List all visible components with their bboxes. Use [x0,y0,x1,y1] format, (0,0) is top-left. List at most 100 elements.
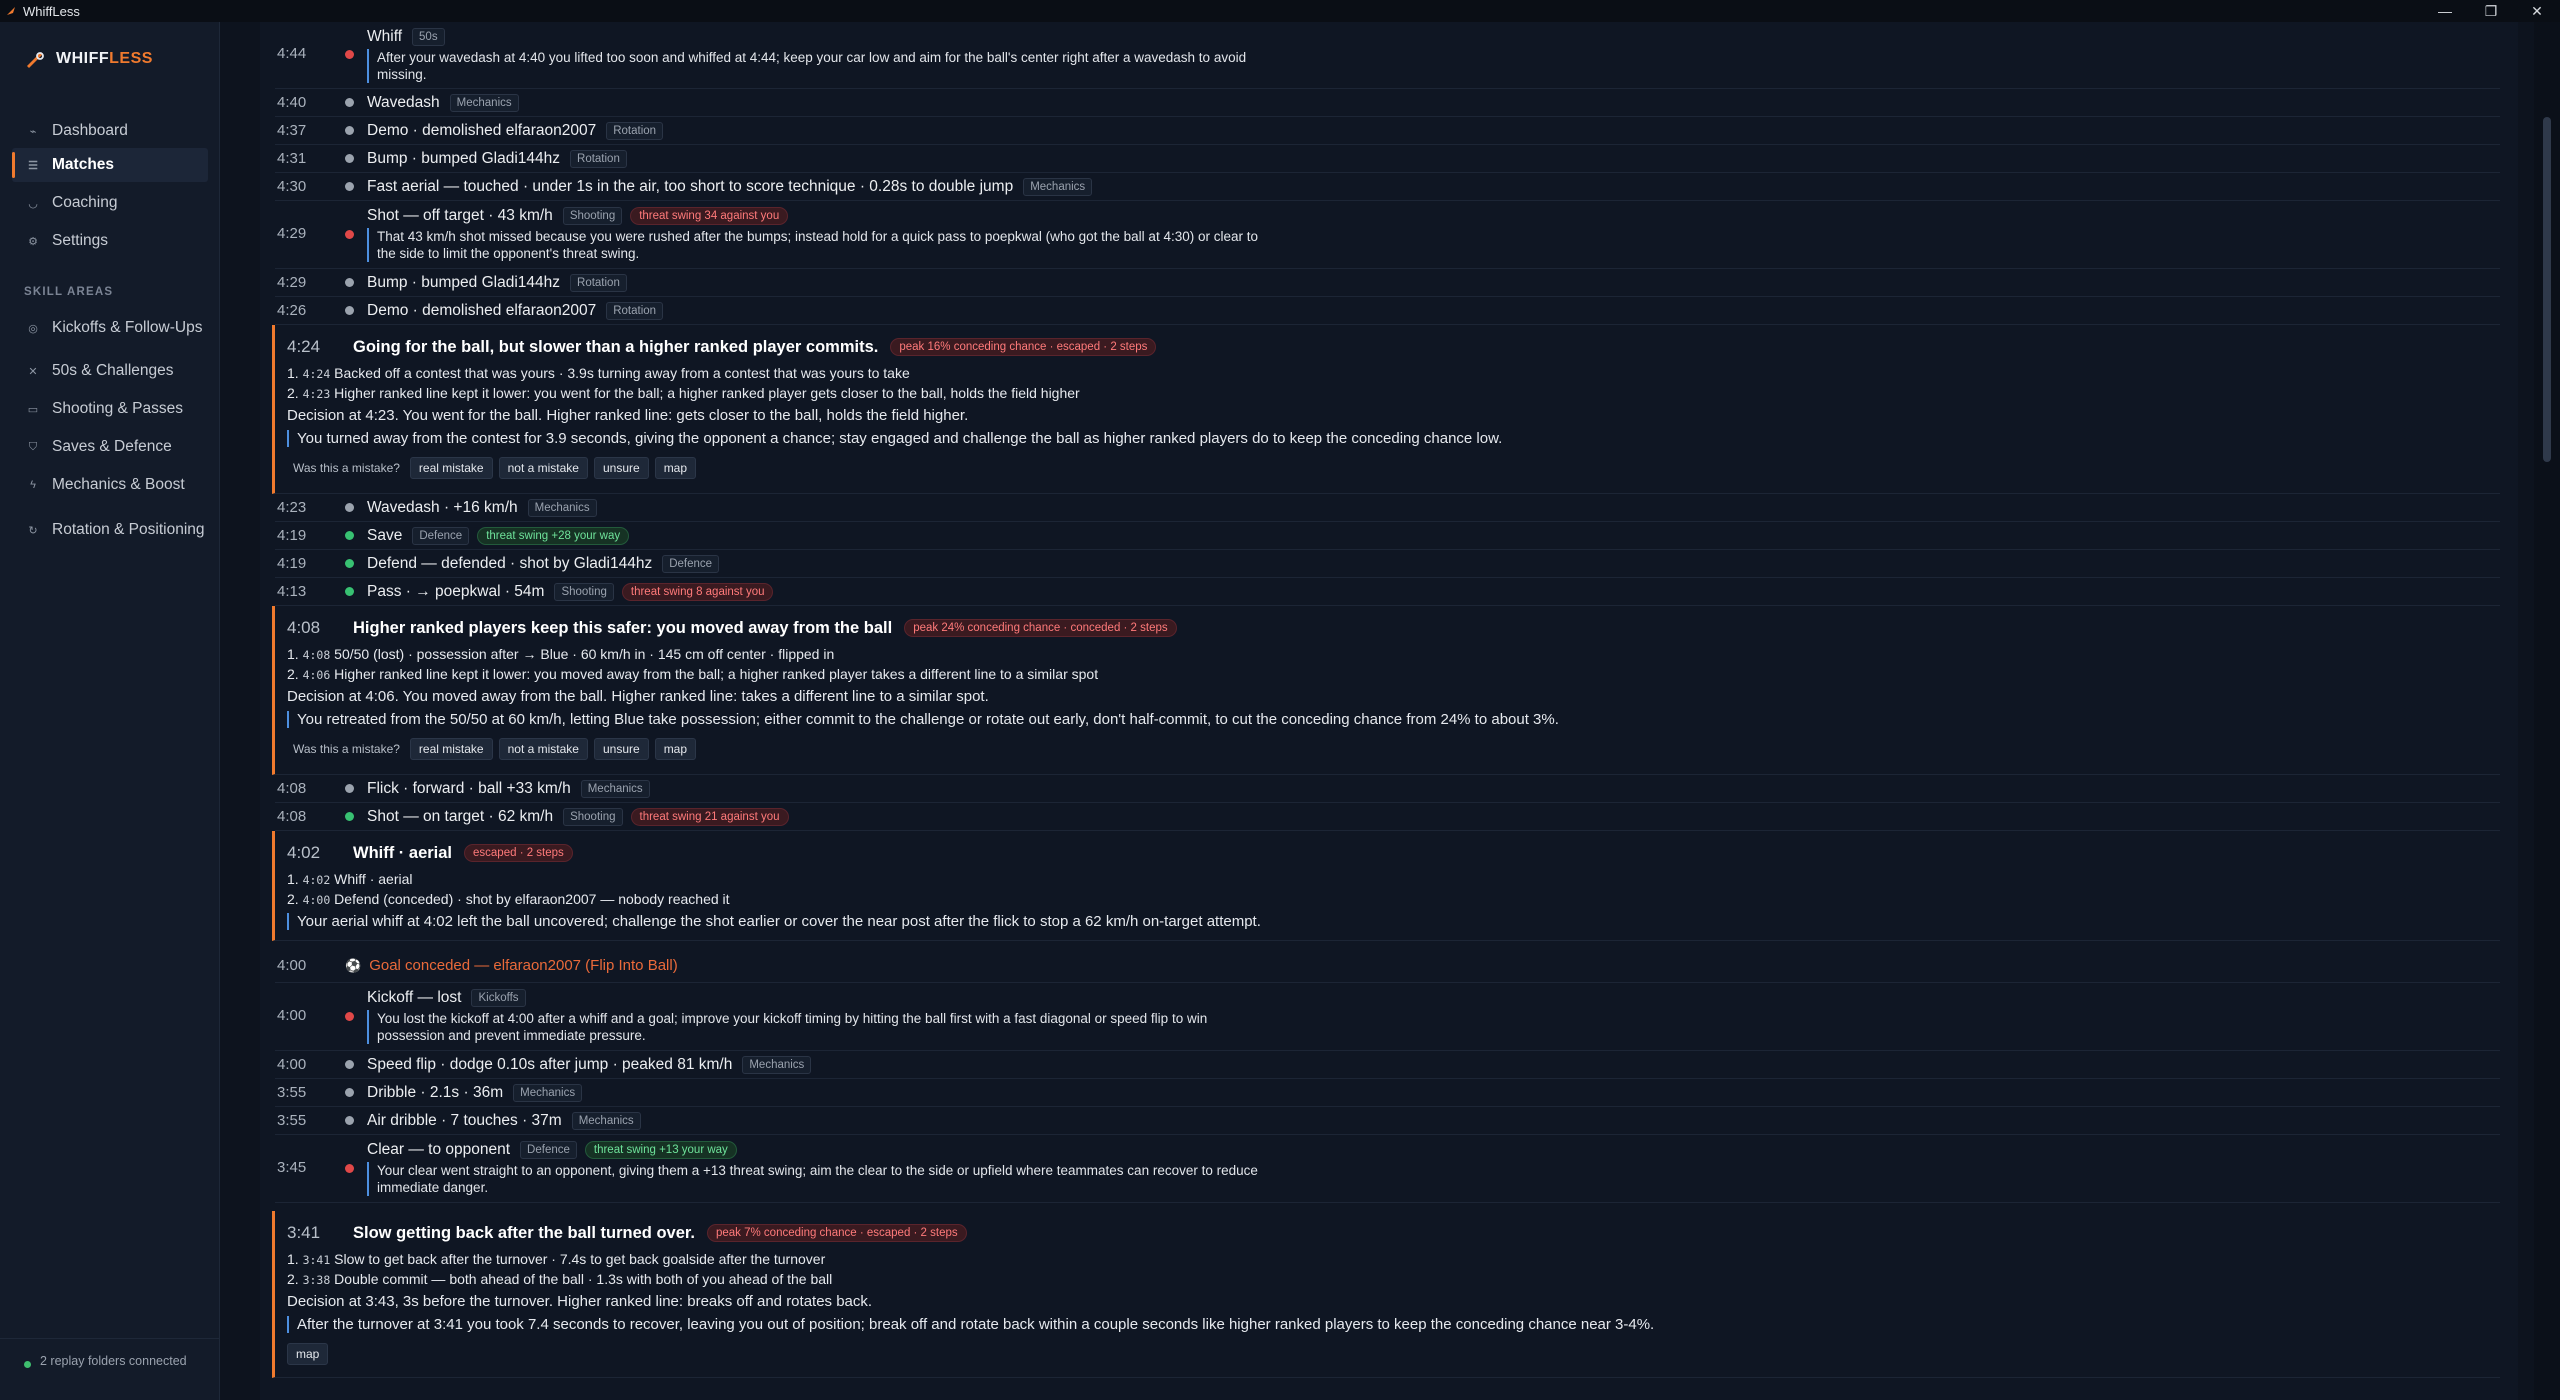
severity-dot [345,812,354,821]
timeline-event[interactable]: 4:13 Pass · → poepkwal · 54m Shooting threa… [275,578,2500,606]
card-step: 2. 4:06 Higher ranked line kept it lower… [287,666,1099,682]
real-mistake-button[interactable]: real mistake [409,457,493,479]
nav-label: Rotation & Positioning [52,521,205,538]
timeline-event[interactable]: 4:37 Demo · demolished elfaraon2007 Rotati… [275,117,2500,145]
nav-saves[interactable]: ⛉ Saves & Defence [12,430,208,464]
timeline-event[interactable]: 4:31 Bump · bumped Gladi144hz Rotation [275,145,2500,173]
timeline-event[interactable]: 4:29 Bump · bumped Gladi144hz Rotation [275,269,2500,297]
unsure-button[interactable]: unsure [593,738,649,760]
map-button[interactable]: map [287,1343,329,1365]
threat-chip: threat swing 21 against you [630,807,789,826]
nav-rotation[interactable]: ↻ Rotation & Positioning [12,506,208,554]
shield-icon: ⛉ [28,440,38,453]
timeline-event[interactable]: 4:26 Demo · demolished elfaraon2007 Rotati… [275,297,2500,325]
map-button[interactable]: map [654,457,697,479]
gear-icon: ⚙ [28,235,38,248]
timeline-event[interactable]: 4:19 Save Defence threat swing +28 your way [275,522,2500,550]
timeline-event[interactable]: 3:55 Air dribble · 7 touches · 37m Mechani… [275,1107,2500,1135]
event-title: Shot — off target · 43 km/h [367,207,553,224]
conceding-chip: escaped · 2 steps [464,844,573,862]
event-time: 4:00 [277,1056,307,1073]
event-title: Wavedash · +16 km/h [367,498,518,516]
timeline-event[interactable]: 4:08 Flick · forward · ball +33 km/h Mecha… [275,775,2500,803]
timeline-event[interactable]: 4:29 Shot — off target · 43 km/h Shooting… [275,201,2500,269]
map-button[interactable]: map [654,738,697,760]
event-tag: Mechanics [571,1111,641,1130]
severity-dot [345,1012,354,1021]
event-note: You lost the kickoff at 4:00 after a whi… [367,1010,1267,1044]
threat-chip: threat swing +28 your way [477,526,630,545]
goal-event[interactable]: 4:00 ⚽ Goal conceded — elfaraon2007 (Fli… [275,949,2500,983]
event-time: 3:45 [277,1159,307,1176]
logo[interactable]: WHIFF LESS [24,48,153,70]
nav-matches[interactable]: ☰ Matches [12,148,208,182]
close-button[interactable]: ✕ [2514,0,2560,22]
severity-dot [345,531,354,540]
card-title: Whiff · aerial [353,843,453,862]
nav-shooting[interactable]: ▭ Shooting & Passes [12,392,208,426]
timeline-event[interactable]: 3:45 Clear — to opponent Defence threat sw… [275,1135,2500,1203]
event-tag: Mechanics [1023,177,1093,196]
card-title: Slow getting back after the ball turned … [353,1223,695,1242]
severity-dot [345,587,354,596]
skill-nav: ◎ Kickoffs & Follow-Ups ✕ 50s & Challenges… [12,304,208,554]
event-tag: Mechanics [527,498,597,517]
event-time: 4:29 [277,274,307,291]
maximize-button[interactable]: ❐ [2468,0,2514,22]
nav-coaching[interactable]: ◡ Coaching [12,186,208,220]
event-tag: Defence [412,526,470,545]
timeline-event[interactable]: 4:44 Whiff 50s After your wavedash at 4:4… [275,22,2500,89]
minimize-button[interactable]: — [2422,0,2468,22]
event-time: 3:55 [277,1084,307,1101]
not-a-mistake-button[interactable]: not a mistake [498,457,588,479]
card-decision: Decision at 4:23. You went for the ball.… [287,407,969,424]
event-time: 4:31 [277,150,307,167]
severity-dot [345,1060,354,1069]
event-tag: Shooting [554,582,614,601]
severity-dot [345,503,354,512]
severity-dot [345,154,354,163]
nav-dashboard[interactable]: ⌁ Dashboard [12,114,208,148]
severity-dot [345,1116,354,1125]
event-time: 4:19 [277,555,307,572]
nav-50s[interactable]: ✕ 50s & Challenges [12,354,208,388]
coaching-card: 4:08 Higher ranked players keep this safe… [272,606,2500,775]
event-time: 4:30 [277,178,307,195]
coaching-card: 3:41 Slow getting back after the ball tur… [272,1211,2500,1378]
nav-label: Matches [52,156,115,173]
timeline-event[interactable]: 4:40 Wavedash Mechanics [275,89,2500,117]
status-dot-icon [24,1361,31,1368]
scrollbar-thumb[interactable] [2543,117,2551,462]
not-a-mistake-button[interactable]: not a mistake [498,738,588,760]
event-title: Shot — on target · 62 km/h [367,807,554,825]
event-time: 4:13 [277,583,307,600]
card-title: Going for the ball, but slower than a hi… [353,337,879,356]
unsure-button[interactable]: unsure [593,457,649,479]
severity-dot [345,1088,354,1097]
event-time: 4:08 [277,808,307,825]
nav-mechanics[interactable]: ϟ Mechanics & Boost [12,468,208,502]
timeline-event[interactable]: 4:19 Defend — defended · shot by Gladi144… [275,550,2500,578]
event-title: Dribble · 2.1s · 36m [367,1083,504,1101]
scrollbar[interactable] [2534,22,2560,1400]
timeline-event[interactable]: 4:23 Wavedash · +16 km/h Mechanics [275,494,2500,522]
card-time: 4:08 [287,618,321,637]
nav-label: Saves & Defence [52,438,172,455]
timeline-event[interactable]: 3:55 Dribble · 2.1s · 36m Mechanics [275,1079,2500,1107]
nav-settings[interactable]: ⚙ Settings [12,224,208,258]
timeline-event[interactable]: 4:08 Shot — on target · 62 km/h Shooting th… [275,803,2500,831]
real-mistake-button[interactable]: real mistake [409,738,493,760]
event-title: Demo · demolished elfaraon2007 [367,121,597,139]
timeline-event[interactable]: 4:30 Fast aerial — touched · under 1s in … [275,173,2500,201]
event-time: 4:00 [277,1007,307,1024]
event-tag: Rotation [570,273,627,292]
nav-kickoffs[interactable]: ◎ Kickoffs & Follow-Ups [12,304,208,352]
event-title: Bump · bumped Gladi144hz [367,273,561,291]
timeline-event[interactable]: 4:00 Kickoff — lost Kickoffs You lost the… [275,983,2500,1051]
event-title: Bump · bumped Gladi144hz [367,149,561,167]
card-advice: You turned away from the contest for 3.9… [287,430,2500,447]
card-time: 4:02 [287,843,321,862]
card-step: 2. 3:38 Double commit — both ahead of th… [287,1271,833,1287]
timeline-event[interactable]: 4:00 Speed flip · dodge 0.10s after jump … [275,1051,2500,1079]
main-nav: ⌁ Dashboard ☰ Matches ◡ Coaching ⚙ Settings [12,114,208,258]
